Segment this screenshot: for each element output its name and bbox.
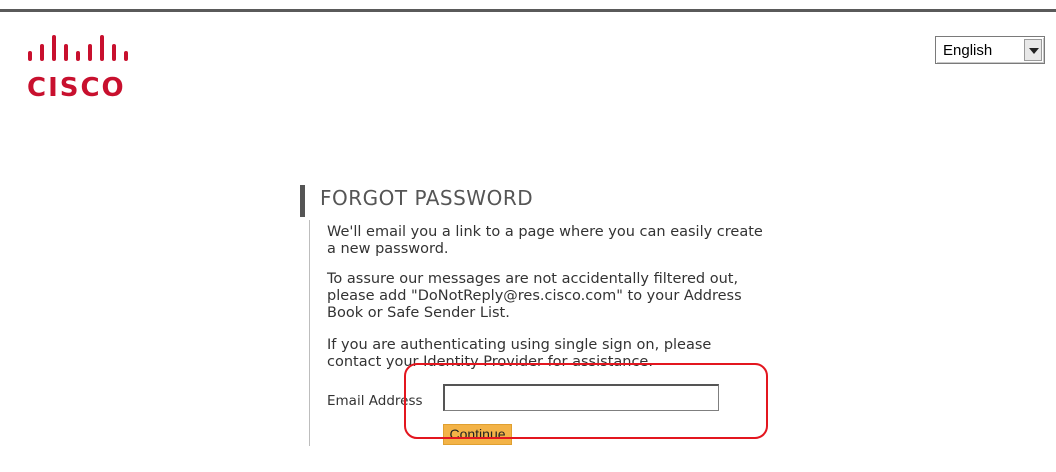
language-select-value: English (943, 42, 993, 59)
instructions-paragraph: We'll email you a link to a page where y… (327, 224, 763, 257)
cisco-bridge-icon (28, 35, 128, 61)
email-label: Email Address (327, 393, 423, 409)
title-accent-bar (300, 185, 305, 217)
safe-sender-paragraph: To assure our messages are not accidenta… (327, 271, 742, 321)
page-title: FORGOT PASSWORD (320, 186, 534, 210)
panel-left-border (309, 220, 310, 446)
top-divider (0, 9, 1056, 12)
sso-paragraph: If you are authenticating using single s… (327, 337, 712, 370)
chevron-down-icon[interactable] (1024, 39, 1042, 61)
cisco-logo: CISCO (27, 34, 137, 106)
email-field[interactable] (443, 384, 719, 411)
language-select[interactable]: English (935, 36, 1045, 64)
continue-button[interactable]: Continue (443, 424, 512, 445)
forgot-password-panel: FORGOT PASSWORD We'll email you a link t… (300, 184, 770, 446)
cisco-wordmark: CISCO (27, 73, 126, 103)
